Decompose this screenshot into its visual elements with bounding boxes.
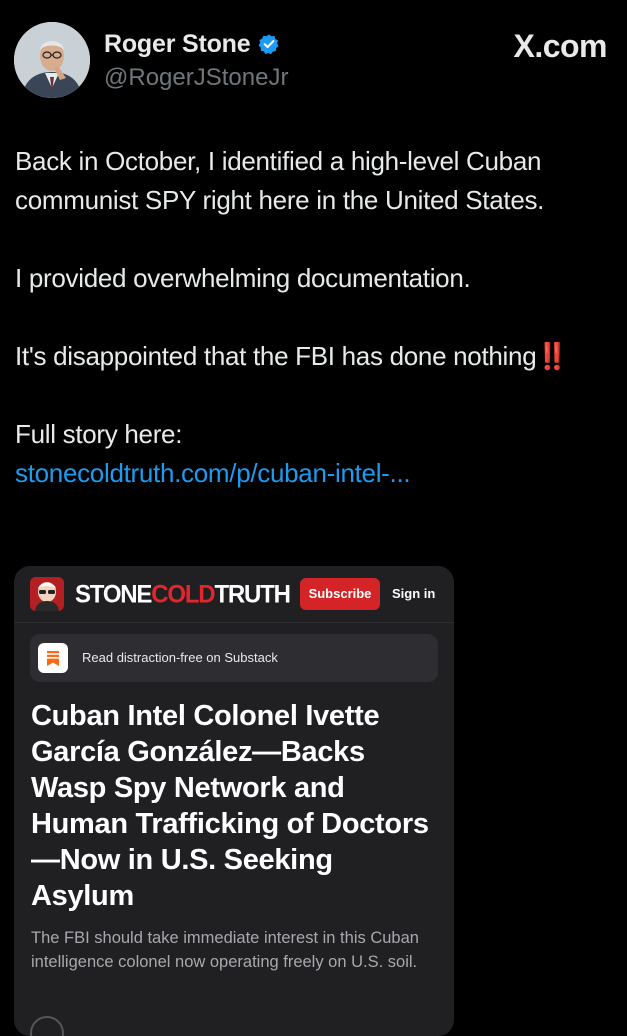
avatar-photo	[14, 22, 90, 98]
tweet-line: Full story here:	[15, 419, 183, 449]
x-com-label: X.com	[513, 28, 607, 64]
substack-icon	[38, 643, 68, 673]
author-avatar	[30, 1016, 64, 1036]
tweet-line: It's disappointed that the FBI has done …	[15, 337, 620, 376]
avatar[interactable]	[14, 22, 90, 98]
publication-header: STONECOLDTRUTH Subscribe Sign in	[14, 566, 454, 623]
user-handle[interactable]: @RogerJStoneJr	[104, 64, 288, 92]
story-link[interactable]: stonecoldtruth.com/p/cuban-intel-...	[15, 454, 620, 493]
tweet-line: I provided overwhelming documentation.	[15, 263, 471, 293]
tweet-body: Back in October, I identified a high-lev…	[15, 142, 620, 493]
article-title[interactable]: Cuban Intel Colonel Ivette García Gonzál…	[31, 698, 441, 914]
wordmark-stone: STONE	[75, 580, 152, 609]
wordmark-truth: TRUTH	[214, 580, 291, 609]
double-exclamation-icon: ‼️	[536, 341, 568, 371]
tweet-line: Back in October, I identified a high-lev…	[15, 146, 545, 215]
substack-banner-text: Read distraction-free on Substack	[82, 650, 278, 665]
article-preview-card[interactable]: STONECOLDTRUTH Subscribe Sign in Read di…	[14, 566, 454, 1036]
substack-banner[interactable]: Read distraction-free on Substack	[30, 634, 438, 682]
article-subtitle: The FBI should take immediate interest i…	[31, 929, 419, 971]
publication-logo-icon	[30, 577, 64, 611]
tweet-header: Roger Stone @RogerJStoneJr X.com	[0, 0, 627, 110]
tweet-line-text: It's disappointed that the FBI has done …	[15, 341, 537, 371]
sign-in-link[interactable]: Sign in	[392, 578, 435, 610]
verified-badge-icon	[258, 34, 279, 55]
publication-wordmark: STONECOLDTRUTH	[75, 580, 291, 609]
subscribe-button[interactable]: Subscribe	[300, 578, 380, 610]
display-name[interactable]: Roger Stone	[104, 30, 251, 59]
wordmark-cold: COLD	[151, 580, 215, 609]
